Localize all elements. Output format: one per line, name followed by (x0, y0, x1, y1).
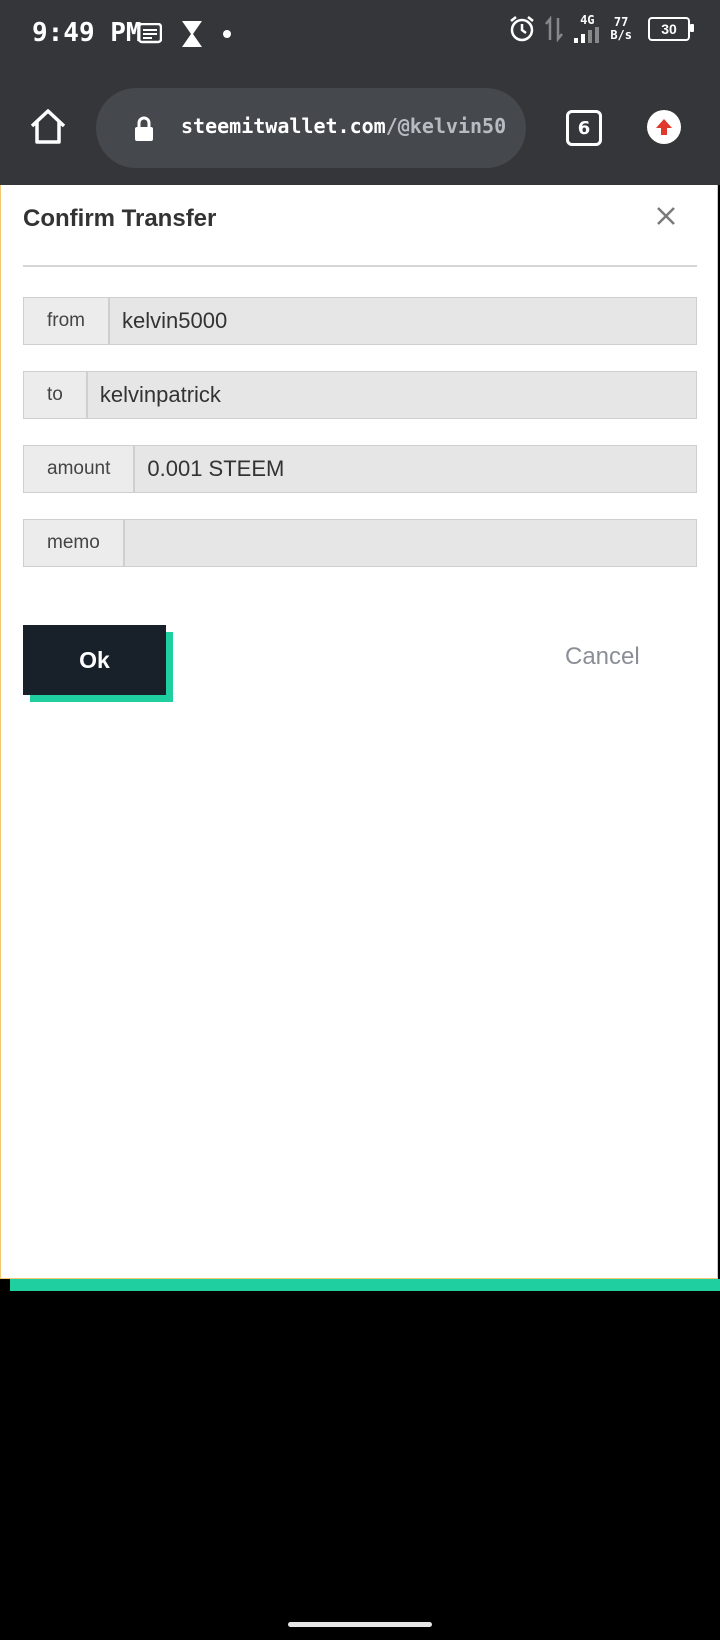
amount-value: 0.001 STEEM (147, 456, 285, 481)
alarm-icon (510, 15, 535, 41)
confirm-transfer-dialog: Confirm Transfer from kelvin5000 to kelv… (0, 185, 718, 1279)
home-icon[interactable] (28, 106, 68, 146)
hourglass-icon (182, 21, 202, 47)
gesture-nav-bar[interactable] (288, 1622, 432, 1627)
network-type: 4G (580, 13, 595, 27)
to-label: to (24, 372, 88, 418)
ok-button[interactable]: Ok (23, 625, 166, 695)
address-bar[interactable]: steemitwallet.com/@kelvin50 (96, 88, 526, 168)
dot-icon (223, 30, 231, 38)
speed-unit: B/s (610, 27, 632, 42)
status-system-icons: 4G 77 B/s 30 (508, 14, 694, 43)
dialog-title: Confirm Transfer (23, 205, 217, 232)
status-bar: 9:49 PM 4G 77 B/s 30 (0, 0, 720, 72)
signal-icon (574, 27, 600, 43)
browser-toolbar: steemitwallet.com/@kelvin50 6 (0, 72, 720, 185)
from-value: kelvin5000 (122, 308, 228, 333)
battery-indicator: 30 (648, 16, 694, 41)
url-host: steemitwallet.com (181, 114, 386, 138)
status-time: 9:49 PM (32, 18, 142, 48)
close-icon[interactable] (655, 205, 677, 227)
tab-switcher-button[interactable]: 6 (566, 110, 602, 146)
cell-signal: 4G (572, 14, 602, 43)
memo-label: memo (24, 520, 125, 566)
title-divider (23, 265, 697, 267)
tab-count: 6 (577, 117, 591, 139)
amount-label: amount (24, 446, 136, 492)
speed-value: 77 (613, 14, 629, 29)
from-label: from (24, 298, 110, 344)
memo-field: memo (23, 519, 697, 567)
arrow-up-icon (656, 119, 672, 135)
battery-level: 30 (661, 20, 677, 37)
to-field: to kelvinpatrick (23, 371, 697, 419)
url-path: /@kelvin50 (385, 114, 507, 138)
from-field: from kelvin5000 (23, 297, 697, 345)
status-notifications (138, 20, 232, 48)
cancel-button[interactable]: Cancel (565, 643, 640, 671)
lock-icon (135, 116, 153, 141)
net-speed: 77 B/s (610, 14, 632, 42)
to-value: kelvinpatrick (99, 382, 221, 407)
message-icon (138, 23, 162, 44)
data-transfer-icon (545, 15, 564, 42)
amount-field: amount 0.001 STEEM (23, 445, 697, 493)
memo-value (125, 520, 696, 566)
url-text[interactable]: steemitwallet.com/@kelvin50 (181, 114, 511, 138)
update-button[interactable] (647, 110, 681, 144)
dialog-accent-border (10, 1279, 720, 1291)
